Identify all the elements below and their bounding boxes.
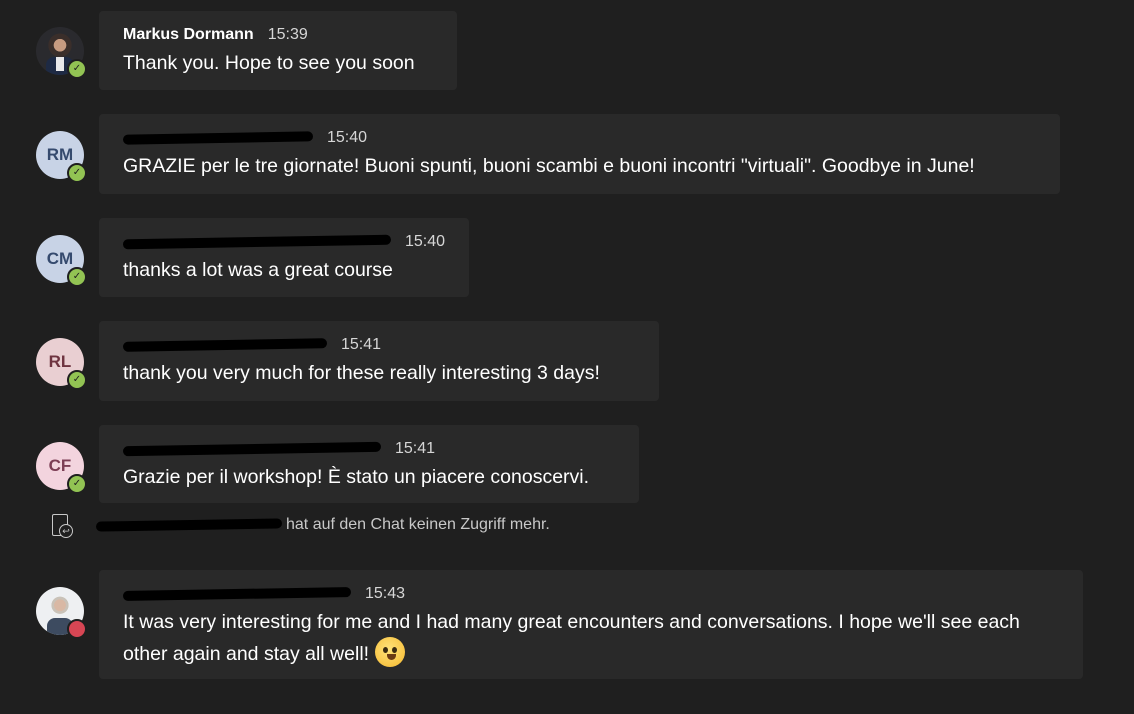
redacted-sender-name xyxy=(122,441,382,457)
message-header: 15:40 xyxy=(122,231,445,253)
avatar-initials: RM xyxy=(46,145,74,164)
message-timestamp: 15:40 xyxy=(327,129,368,146)
message-text: It was very interesting for me and I had… xyxy=(123,607,1043,669)
sender-name[interactable]: Markus Dormann xyxy=(123,26,254,44)
presence-available-icon: ✓ xyxy=(67,370,87,390)
redacted-sender-name xyxy=(122,587,352,601)
message-text: GRAZIE per le tre giornate! Buoni spunti… xyxy=(123,155,975,177)
presence-busy-icon xyxy=(67,619,87,639)
message-text: thanks a lot was a great course xyxy=(123,259,393,281)
message-timestamp: 15:41 xyxy=(395,440,436,457)
avatar-initials: CM xyxy=(46,249,74,268)
message-text-content: It was very interesting for me and I had… xyxy=(123,611,1020,665)
presence-available-icon: ✓ xyxy=(67,474,87,494)
avatar-initials: CF xyxy=(48,456,72,475)
message-text: Grazie per il workshop! È stato un piace… xyxy=(123,466,590,488)
message-header: 15:43 xyxy=(122,583,1059,605)
left-chat-icon: ↩ xyxy=(50,512,73,538)
message-header: Markus Dormann 15:39 xyxy=(123,24,433,46)
presence-available-icon: ✓ xyxy=(67,59,87,79)
redacted-sender-name xyxy=(122,338,328,352)
message-timestamp: 15:41 xyxy=(341,336,382,353)
message-text: Thank you. Hope to see you soon xyxy=(123,52,415,74)
message-header: 15:40 xyxy=(122,127,1036,149)
message-timestamp: 15:40 xyxy=(404,233,445,250)
redacted-sender-name xyxy=(122,234,392,250)
message-bubble[interactable]: 15:40 thanks a lot was a great course xyxy=(99,218,469,297)
redacted-sender-name xyxy=(122,131,314,145)
message-bubble[interactable]: 15:41 thank you very much for these real… xyxy=(99,321,659,401)
system-event: ↩ hat auf den Chat keinen Zugriff mehr. xyxy=(50,512,550,538)
thinking-face-emoji xyxy=(375,637,406,667)
message-timestamp: 15:39 xyxy=(267,26,308,43)
system-event-text: hat auf den Chat keinen Zugriff mehr. xyxy=(286,516,550,533)
message-bubble[interactable]: Markus Dormann 15:39 Thank you. Hope to … xyxy=(99,11,457,90)
chat-thread: ✓ Markus Dormann 15:39 Thank you. Hope t… xyxy=(0,0,1134,714)
message-bubble[interactable]: 15:43 It was very interesting for me and… xyxy=(99,570,1083,679)
redacted-user-name xyxy=(95,518,283,532)
message-bubble[interactable]: 15:40 GRAZIE per le tre giornate! Buoni … xyxy=(99,114,1060,194)
message-timestamp: 15:43 xyxy=(365,585,406,602)
presence-available-icon: ✓ xyxy=(67,267,87,287)
presence-available-icon: ✓ xyxy=(67,163,87,183)
message-text: thank you very much for these really int… xyxy=(123,362,600,384)
message-header: 15:41 xyxy=(122,334,635,356)
message-bubble[interactable]: 15:41 Grazie per il workshop! È stato un… xyxy=(99,425,639,503)
avatar-initials: RL xyxy=(48,352,72,371)
message-header: 15:41 xyxy=(122,438,615,460)
